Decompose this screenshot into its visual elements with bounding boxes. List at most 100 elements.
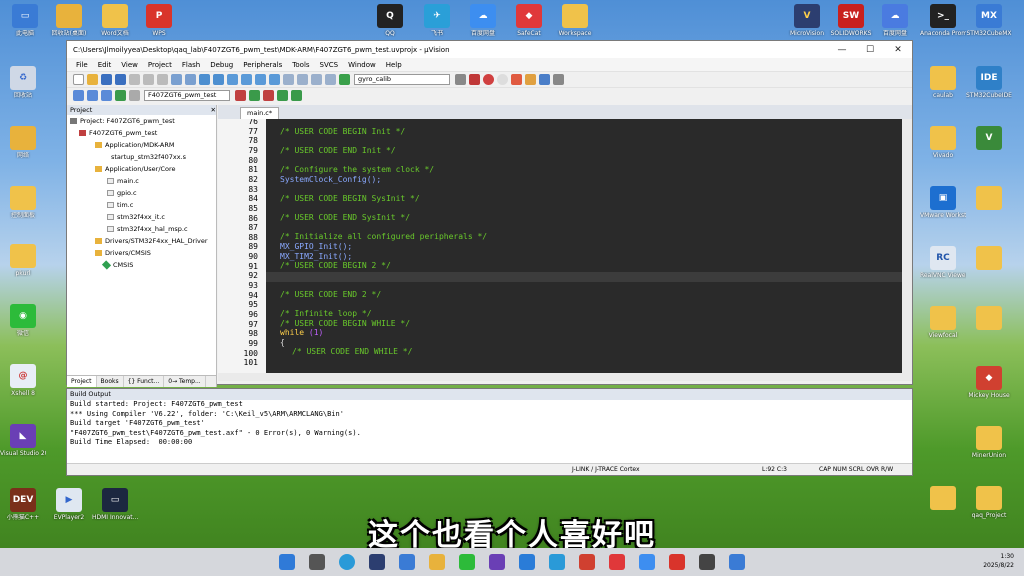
tree-item-target[interactable]: F407ZGT6_pwm_test xyxy=(67,127,216,139)
tree-item-file[interactable]: startup_stm32f407xx.s xyxy=(67,151,216,163)
desktop-icon-viewfocal[interactable]: Viewfocal xyxy=(920,306,966,339)
task-view-icon[interactable] xyxy=(309,554,325,570)
tree-item-file[interactable]: tim.c xyxy=(67,199,216,211)
tab-templates[interactable]: 0→ Temp... xyxy=(164,376,206,387)
desktop-icon-xshell[interactable]: @ Xshell 8 xyxy=(0,364,46,397)
app-icon[interactable] xyxy=(399,554,415,570)
nav-back-icon[interactable] xyxy=(198,74,210,85)
explorer-icon[interactable] xyxy=(429,554,445,570)
tab-main-c[interactable]: main.c* xyxy=(240,107,280,119)
manage-components-icon[interactable] xyxy=(248,90,260,101)
pack-icon[interactable] xyxy=(262,90,274,101)
desktop-icon-cubeide[interactable]: IDE STM32CubeIDE xyxy=(966,66,1012,99)
menu-flash[interactable]: Flash xyxy=(177,61,205,69)
desktop-icon-qq[interactable]: Q QQ xyxy=(367,4,413,37)
netease-icon[interactable] xyxy=(609,554,625,570)
tree-item-group-mdkarm[interactable]: Application/MDK-ARM xyxy=(67,139,216,151)
wps-icon[interactable] xyxy=(669,554,685,570)
new-file-icon[interactable] xyxy=(72,74,84,85)
onenote-icon[interactable] xyxy=(489,554,505,570)
paste-icon[interactable] xyxy=(156,74,168,85)
desktop-icon-keil[interactable]: V MicroVision xyxy=(784,4,830,37)
terminal-icon[interactable] xyxy=(699,554,715,570)
menu-peripherals[interactable]: Peripherals xyxy=(238,61,287,69)
menu-view[interactable]: View xyxy=(116,61,143,69)
menu-edit[interactable]: Edit xyxy=(93,61,117,69)
desktop-icon-vmware[interactable]: ▣VMware Workstation xyxy=(920,186,966,219)
target-select[interactable]: gyro_calib xyxy=(354,74,450,85)
app-icon[interactable] xyxy=(729,554,745,570)
download-icon[interactable] xyxy=(114,90,126,101)
window-layout-icon[interactable] xyxy=(538,74,550,85)
copy-icon[interactable] xyxy=(142,74,154,85)
runtime-env-icon[interactable] xyxy=(276,90,288,101)
desktop-icon-wps[interactable]: P WPS xyxy=(136,4,182,37)
settings-icon[interactable] xyxy=(524,74,536,85)
desktop-icon-baidu2[interactable]: ☁ 百度网盘 xyxy=(872,4,918,37)
tab-books[interactable]: Books xyxy=(97,376,124,387)
stop-build-icon[interactable] xyxy=(128,90,140,101)
breakpoint-disable-icon[interactable] xyxy=(496,74,508,85)
save-all-icon[interactable] xyxy=(114,74,126,85)
tab-functions[interactable]: {} Funct... xyxy=(124,376,165,387)
desktop-icon-folder-r3[interactable] xyxy=(966,306,1012,330)
menu-svcs[interactable]: SVCS xyxy=(315,61,344,69)
maximize-button[interactable]: ☐ xyxy=(856,45,884,55)
breakpoint-kill-icon[interactable] xyxy=(510,74,522,85)
menu-window[interactable]: Window xyxy=(343,61,381,69)
desktop-icon-this-pc[interactable]: ▭ 此电脑 xyxy=(2,4,48,37)
uncomment-icon[interactable] xyxy=(324,74,336,85)
options-icon[interactable] xyxy=(234,90,246,101)
rebuild-icon[interactable] xyxy=(100,90,112,101)
tree-item-group-cmsis[interactable]: Drivers/CMSIS xyxy=(67,247,216,259)
desktop-icon-zotero[interactable]: pkurl xyxy=(0,244,46,277)
vscode-icon[interactable] xyxy=(519,554,535,570)
tree-item-group-core[interactable]: Application/User/Core xyxy=(67,163,216,175)
desktop-icon-miner[interactable]: MinerUnion xyxy=(966,426,1012,459)
menu-project[interactable]: Project xyxy=(143,61,177,69)
translate-icon[interactable] xyxy=(72,90,84,101)
desktop-icon-folder-r4[interactable] xyxy=(920,486,966,510)
windows-start-icon[interactable] xyxy=(279,554,295,570)
desktop-icon-network[interactable]: 网络 xyxy=(0,126,46,159)
menu-debug[interactable]: Debug xyxy=(205,61,238,69)
tree-item-file[interactable]: stm32f4xx_it.c xyxy=(67,211,216,223)
menu-help[interactable]: Help xyxy=(381,61,407,69)
close-button[interactable]: ✕ xyxy=(884,45,912,55)
wechat-icon[interactable] xyxy=(459,554,475,570)
desktop-icon-folder2[interactable]: Word文档 xyxy=(92,4,138,37)
desktop-icon-vnc[interactable]: RC RealVNC Viewer xyxy=(920,246,966,279)
editor-vertical-scrollbar[interactable] xyxy=(902,119,912,373)
edge-icon[interactable] xyxy=(339,554,355,570)
desktop-icon-vs2022[interactable]: ◣Visual Studio 2022 xyxy=(0,424,46,457)
editor-horizontal-scrollbar[interactable] xyxy=(218,373,912,381)
desktop-icon-folder-r2[interactable] xyxy=(966,246,1012,270)
desktop-icon-workspace[interactable]: Workspace xyxy=(552,4,598,37)
bookmark-icon[interactable] xyxy=(226,74,238,85)
desktop-icon-baidu[interactable]: ☁ 百度网盘 xyxy=(460,4,506,37)
indent-icon[interactable] xyxy=(282,74,294,85)
find-icon[interactable] xyxy=(454,74,466,85)
menu-tools[interactable]: Tools xyxy=(287,61,314,69)
feishu-icon[interactable] xyxy=(549,554,565,570)
bookmark-clear-icon[interactable] xyxy=(268,74,280,85)
system-clock[interactable]: 1:30 2025/8/22 xyxy=(983,552,1014,570)
desktop-icon-folder[interactable]: 回收站(桌面) xyxy=(46,4,92,37)
comment-icon[interactable] xyxy=(310,74,322,85)
save-icon[interactable] xyxy=(100,74,112,85)
desktop-icon-mickey[interactable]: ◆ Mickey House xyxy=(966,366,1012,399)
desktop-icon-solidworks[interactable]: SW SOLIDWORKS xyxy=(828,4,874,37)
tree-item-project[interactable]: Project: F407ZGT6_pwm_test xyxy=(67,115,216,127)
minimize-button[interactable]: — xyxy=(828,45,856,55)
desktop-icon-v5[interactable]: V xyxy=(966,126,1012,150)
menu-file[interactable]: File xyxy=(71,61,93,69)
tree-item-file[interactable]: main.c xyxy=(67,175,216,187)
desktop-icon-anaconda[interactable]: >_Anaconda Prompt xyxy=(920,4,966,37)
wrench-icon[interactable] xyxy=(552,74,564,85)
keil-icon[interactable] xyxy=(369,554,385,570)
code-editor[interactable]: 76 77 78 79 80 81 82 83 84 85 86 87 88 89 90 91 92 93 94 95… xyxy=(218,119,902,373)
close-icon[interactable]: ✕ xyxy=(211,106,216,114)
tree-item-file[interactable]: gpio.c xyxy=(67,187,216,199)
bookmark-prev-icon[interactable] xyxy=(240,74,252,85)
desktop-icon-caulab[interactable]: caulab xyxy=(920,66,966,99)
